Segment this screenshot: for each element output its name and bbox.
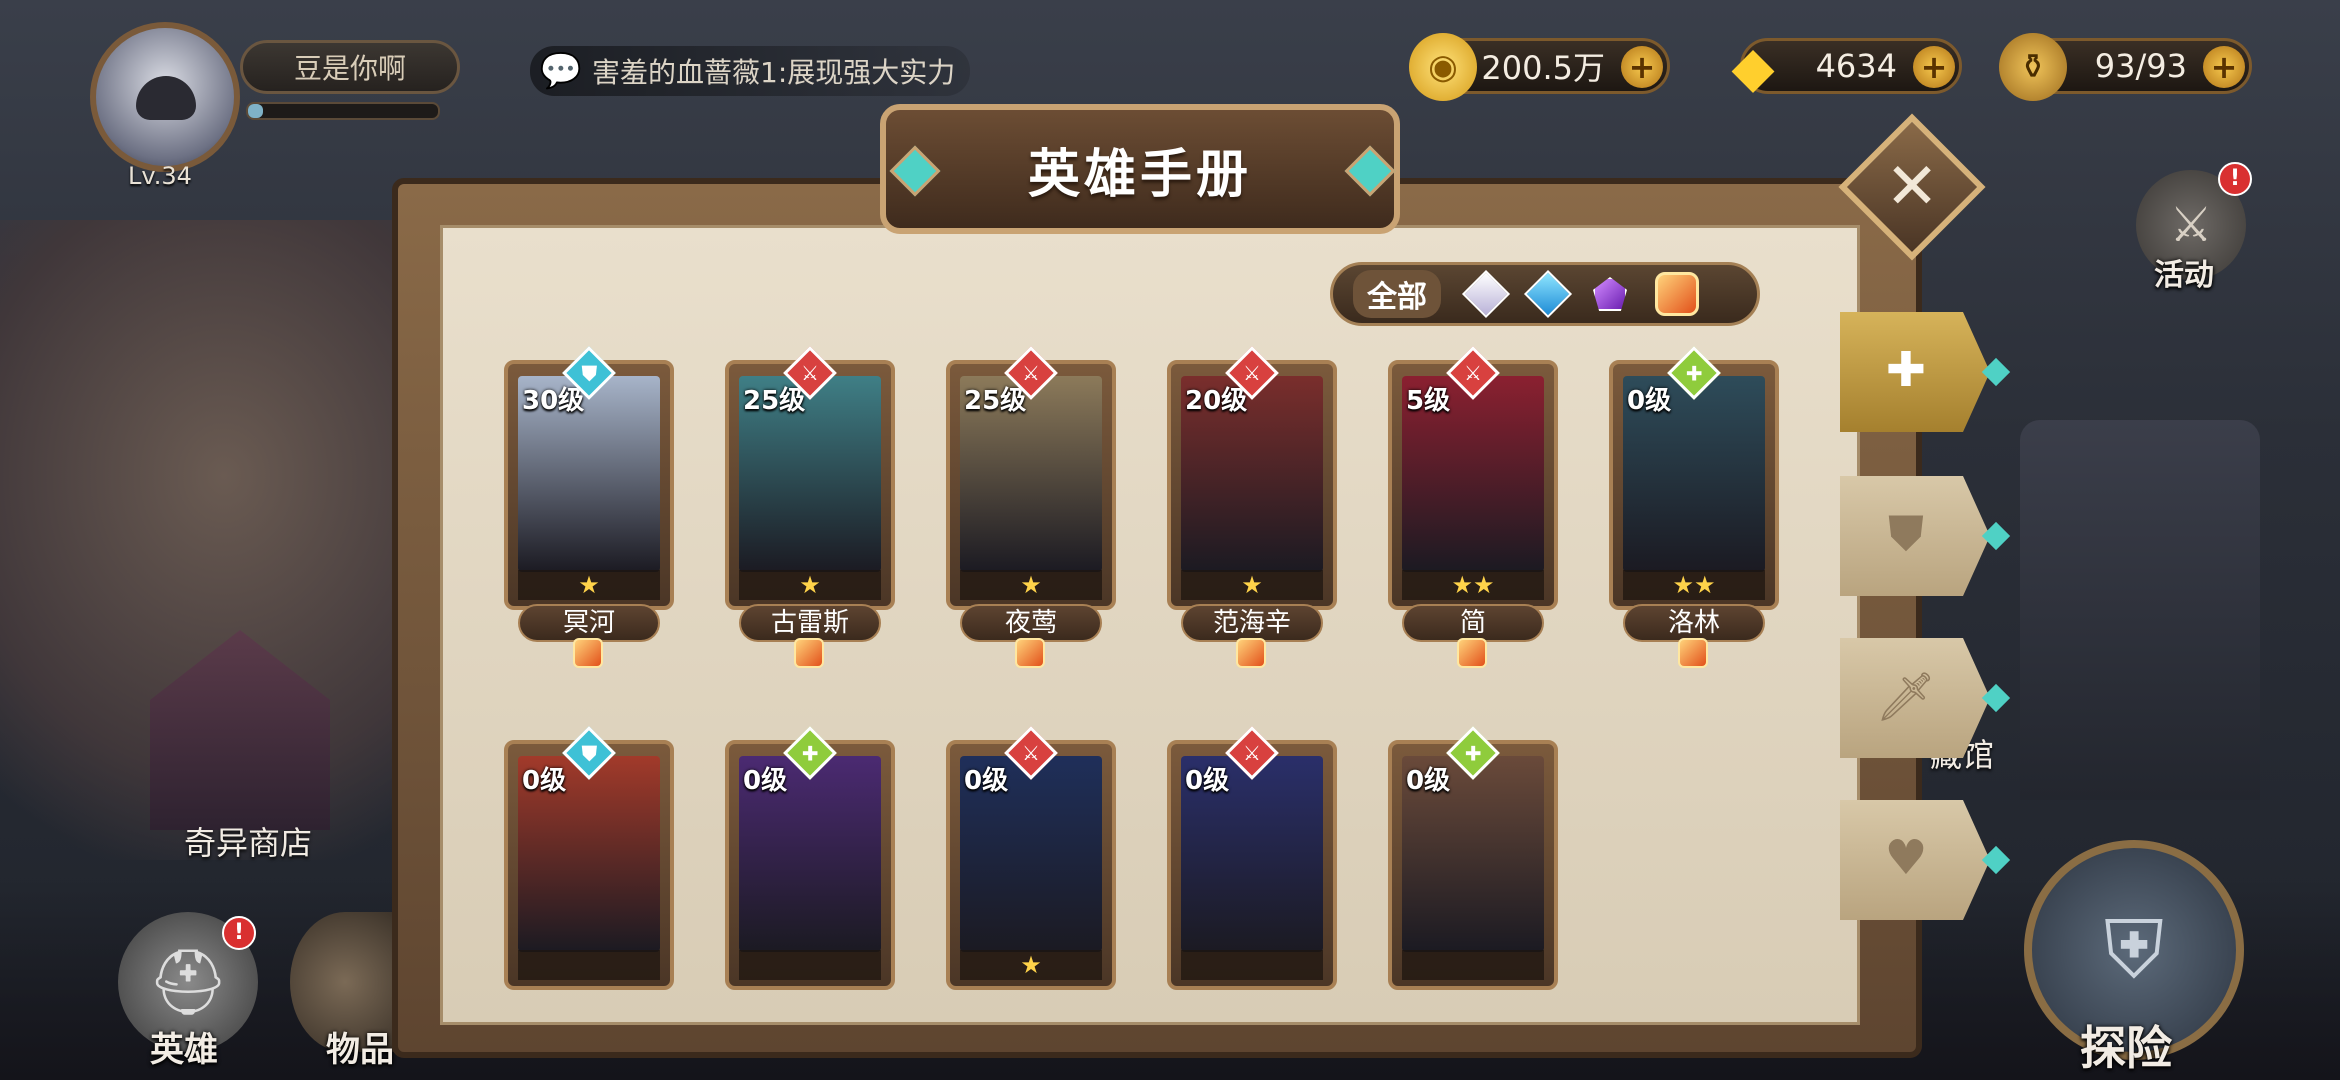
- tab-shield[interactable]: ⛊: [1840, 476, 1990, 596]
- faction-gem-icon: [1678, 638, 1708, 668]
- hero-card[interactable]: 25级 ⚔ ★ 古雷斯: [725, 346, 895, 668]
- gold-coin-icon: ◉: [1409, 33, 1477, 101]
- orange-gem-filter-icon[interactable]: [1655, 272, 1699, 316]
- hero-stars: [739, 950, 881, 980]
- stamina-counter: ⚱ 93/93 +: [1999, 33, 2252, 101]
- gold-counter: ◉ 200.5万 +: [1409, 33, 1670, 101]
- hero-name: 简: [1402, 604, 1544, 642]
- hero-level: 0级: [1185, 766, 1230, 796]
- hero-card[interactable]: 0级 ⛊: [504, 726, 674, 990]
- add-gold-button[interactable]: +: [1621, 46, 1663, 88]
- purple-gem-filter-icon[interactable]: [1593, 277, 1627, 311]
- diamond-counter: ◆ 4634 +: [1731, 35, 1962, 100]
- filter-all-button[interactable]: 全部: [1353, 270, 1441, 318]
- hero-name: 夜莺: [960, 604, 1102, 642]
- chat-ticker[interactable]: 💬 害羞的血蔷薇1:展现强大实力: [530, 46, 970, 96]
- diamond-icon: ◆: [1731, 34, 1775, 100]
- exp-bar: [246, 102, 440, 120]
- hero-name: 范海辛: [1181, 604, 1323, 642]
- avatar-mask: [136, 76, 196, 120]
- hero-card[interactable]: 0级 ✚ ★★ 洛林: [1609, 346, 1779, 668]
- player-level: Lv.34: [128, 162, 192, 190]
- white-gem-filter-icon[interactable]: [1461, 269, 1511, 319]
- helmet-icon: ⛑: [147, 945, 229, 1020]
- chat-message: 害羞的血蔷薇1:展现强大实力: [592, 56, 956, 89]
- hero-card[interactable]: 5级 ⚔ ★★ 简: [1388, 346, 1558, 668]
- hero-card[interactable]: 25级 ⚔ ★ 夜莺: [946, 346, 1116, 668]
- hero-level: 0级: [1627, 386, 1672, 416]
- hero-level: 0级: [1406, 766, 1451, 796]
- faction-gem-icon: [1236, 638, 1266, 668]
- swords-icon: ⚔: [2169, 197, 2213, 253]
- exp-bar-fill: [248, 104, 264, 118]
- shield-icon: ⛊: [1887, 505, 1924, 562]
- tab-all-heroes[interactable]: ✚: [1840, 312, 1990, 432]
- player-avatar[interactable]: [90, 22, 240, 172]
- tab-sword[interactable]: 🗡: [1840, 638, 1990, 758]
- sword-icon: 🗡: [1875, 668, 1937, 725]
- gold-value: 200.5万: [1481, 49, 1605, 87]
- activity-label: 活动: [2154, 258, 2214, 293]
- explore-label: 探险: [2080, 1021, 2172, 1075]
- close-icon[interactable]: ✕: [1860, 135, 1964, 239]
- hero-name: 古雷斯: [739, 604, 881, 642]
- hero-stars: [1181, 950, 1323, 980]
- panel-title-plaque: 英雄手册: [880, 104, 1400, 234]
- add-stamina-button[interactable]: +: [2203, 46, 2245, 88]
- hero-stars: ★: [1181, 570, 1323, 600]
- shop-label[interactable]: 奇异商店: [184, 818, 312, 864]
- faction-gem-icon: [1015, 638, 1045, 668]
- background-tower: [2020, 420, 2260, 800]
- faction-gem-icon: [1457, 638, 1487, 668]
- hero-label: 英雄: [150, 1030, 218, 1070]
- hero-level: 0级: [743, 766, 788, 796]
- hero-card[interactable]: 20级 ⚔ ★ 范海辛: [1167, 346, 1337, 668]
- diamond-value: 4634: [1815, 47, 1897, 85]
- items-label: 物品: [326, 1030, 394, 1070]
- hero-alert-badge: !: [222, 916, 256, 950]
- hero-stars: ★: [518, 570, 660, 600]
- rarity-filter-bar: 全部: [1330, 262, 1760, 326]
- grid-icon: ✚: [1885, 342, 1927, 398]
- hero-level: 0级: [964, 766, 1009, 796]
- hero-card[interactable]: 0级 ⚔ ★: [946, 726, 1116, 990]
- stamina-value: 93/93: [2094, 47, 2187, 85]
- shield-emblem-icon: ⛨: [2104, 903, 2164, 996]
- hero-name: 冥河: [518, 604, 660, 642]
- hero-stars: ★: [739, 570, 881, 600]
- heart-icon: ♥: [1884, 830, 1928, 886]
- add-diamond-button[interactable]: +: [1913, 46, 1955, 88]
- stamina-icon: ⚱: [1999, 33, 2067, 101]
- hero-card[interactable]: 0级 ✚: [1388, 726, 1558, 990]
- hero-stars: [1402, 950, 1544, 980]
- hero-stars: ★: [960, 570, 1102, 600]
- hero-stars: ★★: [1402, 570, 1544, 600]
- panel-title: 英雄手册: [1027, 144, 1252, 205]
- player-name[interactable]: 豆是你啊: [240, 40, 460, 94]
- hero-card[interactable]: 30级 ⛊ ★ 冥河: [504, 346, 674, 668]
- tab-heart[interactable]: ♥: [1840, 800, 1990, 920]
- faction-gem-icon: [573, 638, 603, 668]
- hero-card[interactable]: 0级 ⚔: [1167, 726, 1337, 990]
- hero-stars: ★: [960, 950, 1102, 980]
- chat-bubble-icon: 💬: [539, 51, 583, 91]
- blue-gem-filter-icon[interactable]: [1523, 269, 1573, 319]
- hero-stars: ★★: [1623, 570, 1765, 600]
- hero-level: 5级: [1406, 386, 1451, 416]
- hero-name: 洛林: [1623, 604, 1765, 642]
- hero-card[interactable]: 0级 ✚: [725, 726, 895, 990]
- hero-stars: [518, 950, 660, 980]
- faction-gem-icon: [794, 638, 824, 668]
- hero-level: 0级: [522, 766, 567, 796]
- activity-alert-badge: !: [2218, 162, 2252, 196]
